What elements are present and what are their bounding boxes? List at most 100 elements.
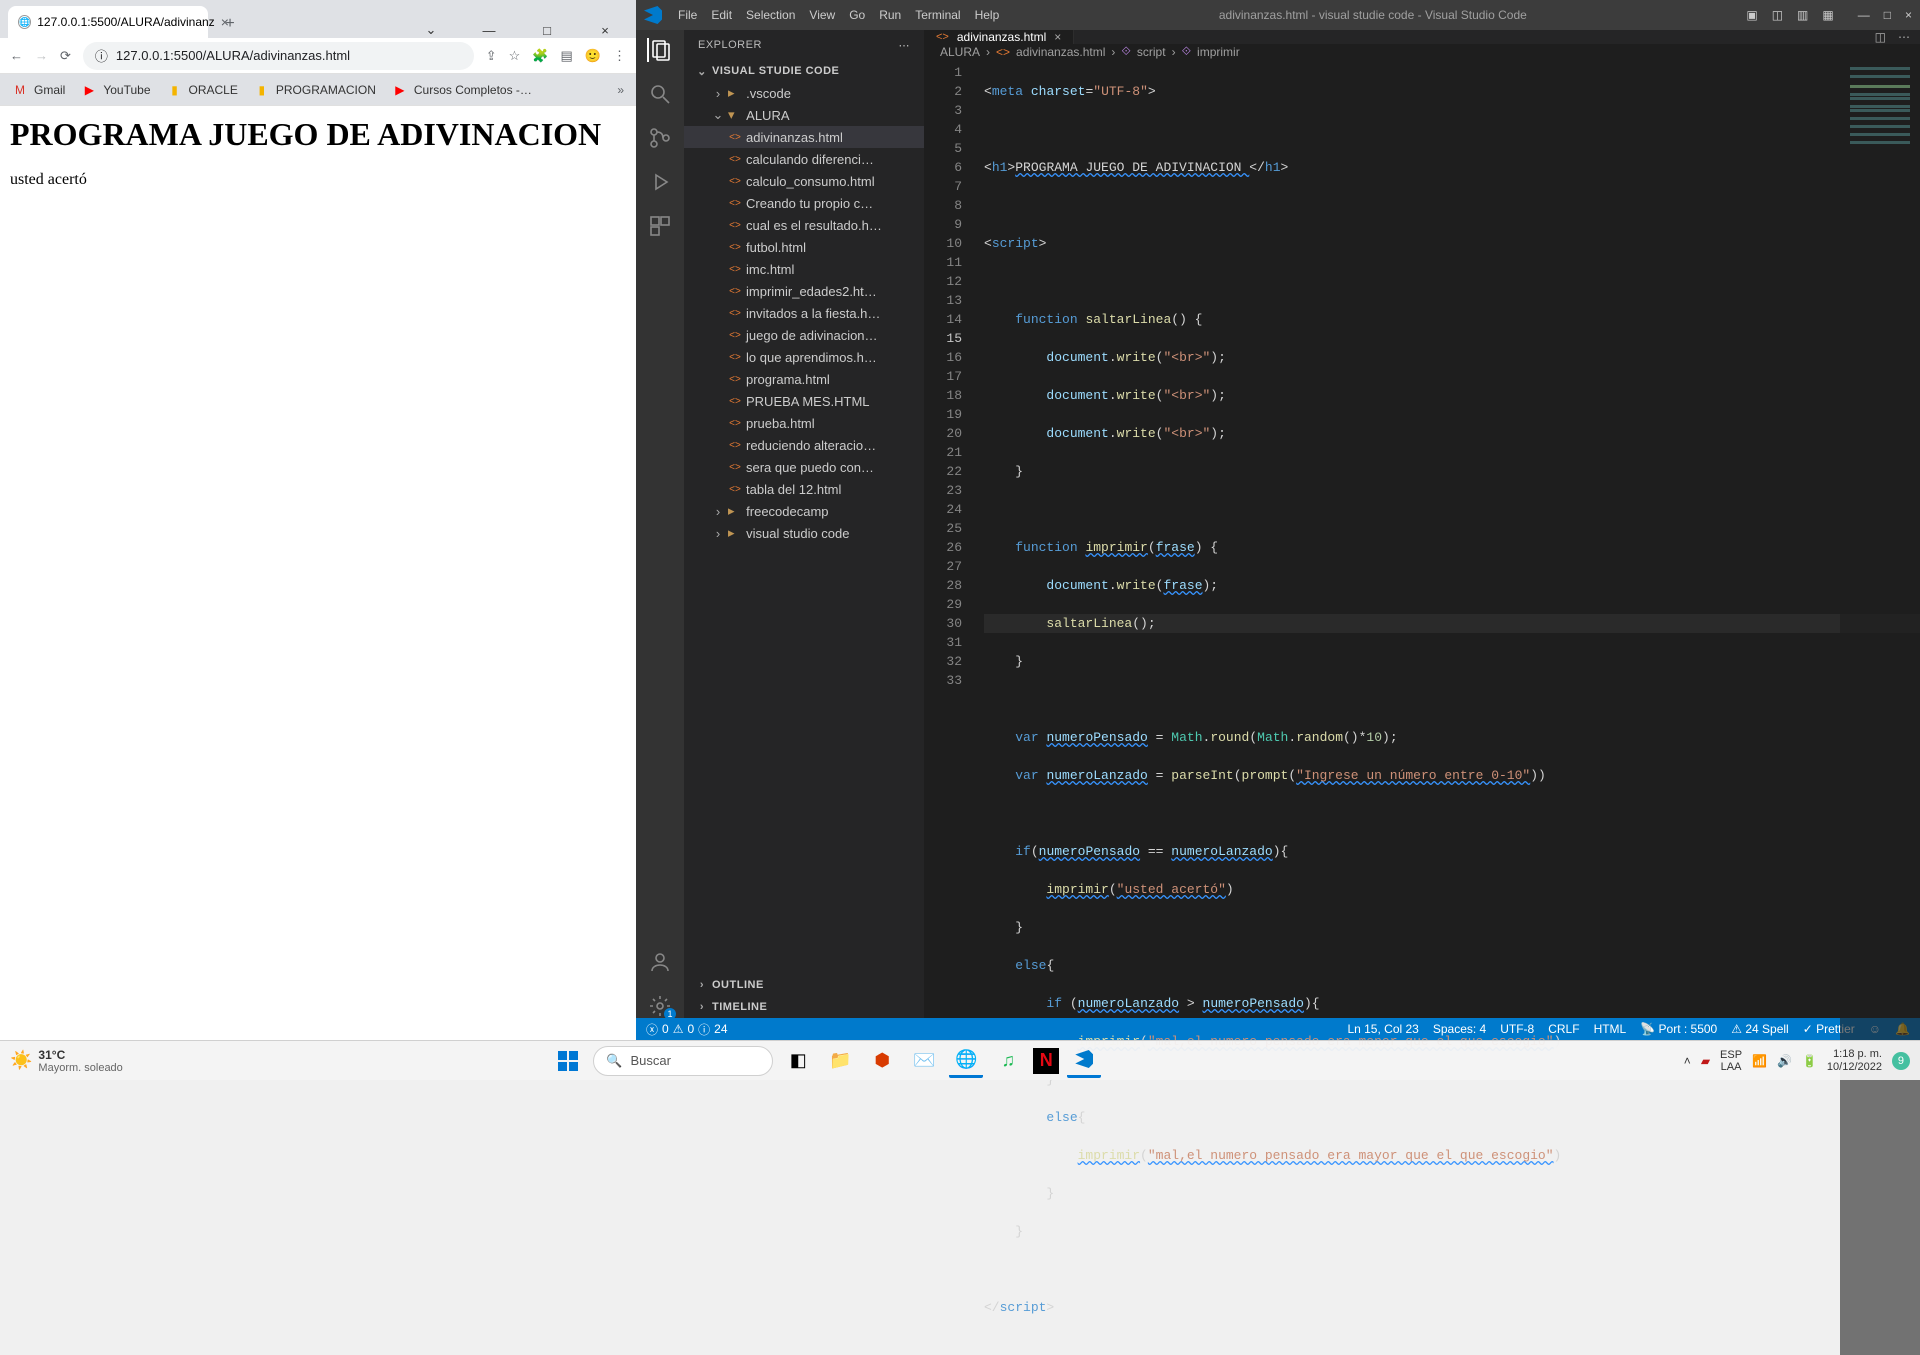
- editor-more-icon[interactable]: ⋯: [1898, 30, 1910, 44]
- breadcrumbs[interactable]: ALURA› <>adivinanzas.html› ⟐script› ⟐imp…: [924, 44, 1920, 59]
- timeline-section[interactable]: ›TIMELINE: [684, 996, 924, 1018]
- file-item[interactable]: <>reduciendo alteracio…: [684, 434, 924, 456]
- file-item[interactable]: <>PRUEBA MES.HTML: [684, 390, 924, 412]
- site-info-icon[interactable]: ⓘ: [95, 46, 108, 65]
- forward-icon[interactable]: →: [35, 48, 48, 63]
- office-icon[interactable]: ⬢: [865, 1044, 899, 1078]
- task-view-icon[interactable]: ◧: [781, 1044, 815, 1078]
- layout-icon[interactable]: ▦: [1822, 8, 1833, 22]
- menu-help[interactable]: Help: [975, 8, 1000, 22]
- file-item[interactable]: <>futbol.html: [684, 236, 924, 258]
- explorer-more-icon[interactable]: ⋯: [899, 39, 911, 52]
- chrome-icon[interactable]: 🌐: [949, 1044, 983, 1078]
- file-item[interactable]: <>imprimir_edades2.ht…: [684, 280, 924, 302]
- file-item[interactable]: <>adivinanzas.html: [684, 126, 924, 148]
- minimap[interactable]: [1840, 59, 1920, 1355]
- activity-extensions-icon[interactable]: [648, 214, 672, 238]
- html-file-icon: <>: [728, 374, 742, 385]
- editor-tab-active[interactable]: <> adivinanzas.html ×: [924, 30, 1074, 44]
- folder-vscode[interactable]: ›▸ .vscode: [684, 82, 924, 104]
- extensions-icon[interactable]: 🧩: [532, 48, 548, 64]
- share-icon[interactable]: ⇪: [486, 48, 497, 64]
- menu-file[interactable]: File: [678, 8, 697, 22]
- activity-scm-icon[interactable]: [648, 126, 672, 150]
- folder-visualstudio[interactable]: ›▸ visual studio code: [684, 522, 924, 544]
- bookmark-gmail[interactable]: MGmail: [12, 82, 65, 98]
- layout-icon[interactable]: ▥: [1797, 8, 1808, 22]
- bookmark-cursos[interactable]: ▶Cursos Completos -…: [392, 82, 532, 98]
- file-item[interactable]: <>prueba.html: [684, 412, 924, 434]
- file-item[interactable]: <>imc.html: [684, 258, 924, 280]
- reload-icon[interactable]: ⟳: [60, 48, 71, 64]
- taskbar-weather[interactable]: ☀️ 31°C Mayorm. soleado: [10, 1048, 123, 1074]
- menu-view[interactable]: View: [809, 8, 835, 22]
- code-editor[interactable]: 1234567891011121314151617181920212223242…: [924, 59, 1920, 1355]
- bookmark-youtube[interactable]: ▶YouTube: [81, 82, 150, 98]
- status-problems[interactable]: ⓧ0 ⚠0 ⓘ24: [646, 1021, 728, 1038]
- profile-avatar[interactable]: 🙂: [585, 48, 601, 64]
- spotify-icon[interactable]: ♫: [991, 1044, 1025, 1078]
- address-bar[interactable]: ⓘ 127.0.0.1:5500/ALURA/adivinanzas.html: [83, 42, 474, 70]
- layout-icon[interactable]: ▣: [1746, 8, 1757, 22]
- language-indicator[interactable]: ESP LAA: [1720, 1049, 1742, 1073]
- tray-battery-icon[interactable]: 🔋: [1802, 1054, 1817, 1068]
- close-icon[interactable]: ×: [1054, 30, 1061, 44]
- bookmarks-overflow-icon[interactable]: »: [617, 83, 624, 97]
- bookmark-programacion[interactable]: ▮PROGRAMACION: [254, 82, 376, 98]
- activity-debug-icon[interactable]: [648, 170, 672, 194]
- tray-mcafee-icon[interactable]: ▰: [1701, 1054, 1710, 1068]
- file-item[interactable]: <>calculando diferenci…: [684, 148, 924, 170]
- tray-wifi-icon[interactable]: 📶: [1752, 1054, 1767, 1068]
- maximize-icon[interactable]: □: [524, 23, 570, 38]
- menu-run[interactable]: Run: [879, 8, 901, 22]
- activity-search-icon[interactable]: [648, 82, 672, 106]
- close-icon[interactable]: ×: [1905, 8, 1912, 22]
- split-editor-icon[interactable]: ◫: [1875, 30, 1886, 44]
- folder-freecodecamp[interactable]: ›▸ freecodecamp: [684, 500, 924, 522]
- code-content[interactable]: <meta charset="UTF-8"> <h1>PROGRAMA JUEG…: [974, 59, 1920, 1355]
- file-item[interactable]: <>tabla del 12.html: [684, 478, 924, 500]
- minimize-icon[interactable]: —: [466, 23, 512, 38]
- activity-explorer-icon[interactable]: [647, 38, 671, 62]
- file-item[interactable]: <>calculo_consumo.html: [684, 170, 924, 192]
- new-tab-button[interactable]: +: [216, 10, 244, 38]
- chrome-menu-icon[interactable]: ⋮: [613, 48, 626, 64]
- notifications-badge[interactable]: 9: [1892, 1052, 1910, 1070]
- activity-settings-icon[interactable]: 1: [648, 994, 672, 1018]
- file-item[interactable]: <>Creando tu propio c…: [684, 192, 924, 214]
- folder-alura[interactable]: ⌄▾ ALURA: [684, 104, 924, 126]
- workspace-root[interactable]: ⌄VISUAL STUDIE CODE: [684, 60, 924, 82]
- tray-chevron-icon[interactable]: ˄: [1684, 1054, 1691, 1068]
- layout-icon[interactable]: ◫: [1772, 8, 1783, 22]
- back-icon[interactable]: ←: [10, 48, 23, 63]
- file-explorer-icon[interactable]: 📁: [823, 1044, 857, 1078]
- tray-volume-icon[interactable]: 🔊: [1777, 1054, 1792, 1068]
- chrome-tab-active[interactable]: 🌐 127.0.0.1:5500/ALURA/adivinanz ×: [8, 6, 208, 38]
- activity-account-icon[interactable]: [648, 950, 672, 974]
- vscode-taskbar-icon[interactable]: [1067, 1044, 1101, 1078]
- taskbar-search[interactable]: 🔍Buscar: [593, 1046, 773, 1076]
- menu-selection[interactable]: Selection: [746, 8, 795, 22]
- file-item[interactable]: <>lo que aprendimos.h…: [684, 346, 924, 368]
- netflix-icon[interactable]: N: [1033, 1048, 1059, 1074]
- file-item[interactable]: <>invitados a la fiesta.h…: [684, 302, 924, 324]
- menu-go[interactable]: Go: [849, 8, 865, 22]
- file-item[interactable]: <>cual es el resultado.h…: [684, 214, 924, 236]
- close-icon[interactable]: ×: [582, 23, 628, 38]
- start-button[interactable]: [551, 1044, 585, 1078]
- side-panel-icon[interactable]: ▤: [561, 48, 573, 64]
- chrome-chevron-icon[interactable]: ⌄: [408, 22, 454, 38]
- file-item[interactable]: <>juego de adivinacion…: [684, 324, 924, 346]
- taskbar-clock[interactable]: 1:18 p. m. 10/12/2022: [1827, 1048, 1882, 1074]
- outline-section[interactable]: ›OUTLINE: [684, 974, 924, 996]
- html-file-icon: <>: [728, 264, 742, 275]
- menu-terminal[interactable]: Terminal: [915, 8, 960, 22]
- mail-icon[interactable]: ✉️: [907, 1044, 941, 1078]
- file-item[interactable]: <>programa.html: [684, 368, 924, 390]
- file-item[interactable]: <>sera que puedo con…: [684, 456, 924, 478]
- bookmark-oracle[interactable]: ▮ORACLE: [167, 82, 238, 98]
- maximize-icon[interactable]: □: [1884, 8, 1891, 22]
- minimize-icon[interactable]: —: [1858, 8, 1870, 22]
- star-icon[interactable]: ☆: [509, 48, 521, 64]
- menu-edit[interactable]: Edit: [711, 8, 732, 22]
